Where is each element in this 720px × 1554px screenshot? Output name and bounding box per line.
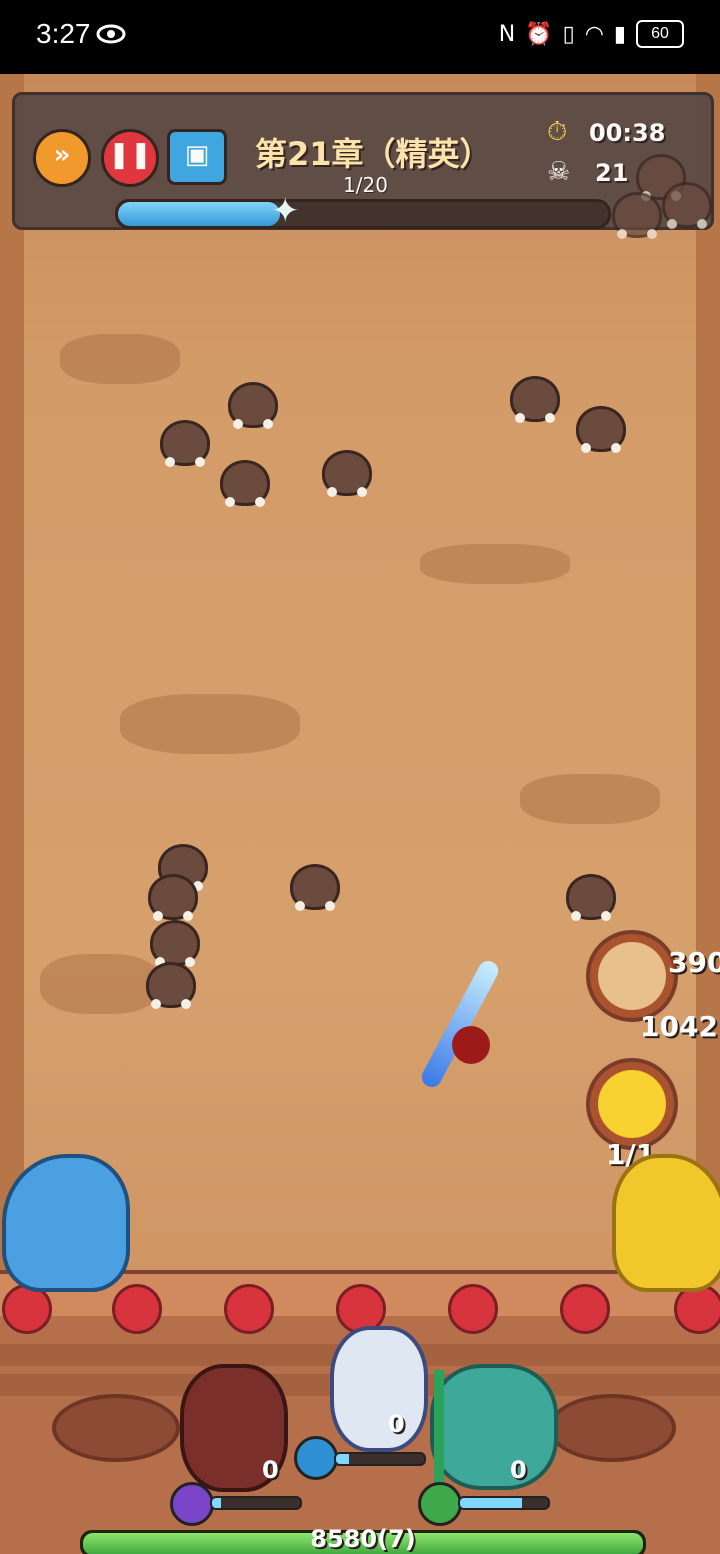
tornado-skill-icon[interactable]	[418, 1482, 462, 1526]
fast-forward-button[interactable]: »	[33, 129, 91, 187]
boar-enemy	[662, 182, 712, 229]
damage-number: 390	[668, 946, 720, 979]
boar-enemy	[146, 962, 196, 1009]
damage-number: 1042	[640, 1010, 718, 1043]
gold-dragon[interactable]	[612, 1154, 720, 1292]
progress-spark-icon: ✦	[271, 191, 300, 231]
ground-crack	[420, 544, 570, 584]
fast-forward-icon: »	[53, 140, 71, 170]
base-hp-text: 8580(7)	[83, 1525, 643, 1553]
base-level: (7)	[377, 1525, 416, 1553]
sword-skill-icon	[598, 1070, 666, 1138]
hero-mage-count: 0	[388, 1410, 405, 1438]
boar-enemy	[612, 192, 662, 239]
base-hp-bar: 8580(7)	[80, 1525, 646, 1554]
pause-icon: ❚❚	[108, 140, 152, 170]
hero-pad	[548, 1394, 676, 1462]
status-time: 3:27	[36, 18, 91, 49]
status-icons: N ⏰ ▯ ◠ ▮ 60	[499, 20, 684, 48]
wifi-icon: ◠	[584, 21, 604, 47]
hero-mage-mana-bar	[334, 1452, 426, 1466]
card-icon: ▣	[184, 140, 210, 170]
hero-druid-mana-bar	[458, 1496, 550, 1510]
timer-text: 00:38	[589, 119, 666, 147]
skill-button[interactable]	[586, 1058, 678, 1150]
ground-crack	[40, 954, 160, 1014]
base-hp-value: 8580	[310, 1525, 378, 1553]
wave-progress-fill	[118, 202, 280, 226]
hit-effect	[452, 1026, 490, 1064]
signal-4g-icon: ▮	[613, 21, 626, 47]
kill-count: 21	[595, 159, 629, 187]
vibrate-icon: ▯	[562, 21, 575, 47]
battery-icon: 60	[636, 20, 684, 48]
ground-crack	[60, 334, 180, 384]
ground-crack	[120, 694, 300, 754]
eye-icon	[96, 24, 126, 44]
ice-sword-projectile	[418, 957, 502, 1091]
boar-enemy	[566, 874, 616, 921]
boar-enemy	[576, 406, 626, 453]
status-bar: 3:27 N ⏰ ▯ ◠ ▮ 60	[0, 0, 720, 74]
skull-icon: ☠	[547, 157, 571, 187]
boar-enemy	[148, 874, 198, 921]
ground-crack	[520, 774, 660, 824]
tower-slot[interactable]	[560, 1284, 610, 1334]
green-staff	[434, 1370, 444, 1490]
boar-enemy	[220, 460, 270, 507]
hero-mage[interactable]	[330, 1326, 428, 1452]
hero-rogue-mana-bar	[210, 1496, 302, 1510]
wave-counter: 1/20	[343, 173, 388, 197]
tower-slot[interactable]	[224, 1284, 274, 1334]
mana-fill	[336, 1454, 350, 1464]
boar-enemy	[160, 420, 210, 467]
boar-enemy	[510, 376, 560, 423]
top-hud: » ❚❚ ▣ 第21章（精英） 1/20 ✦ ⏱ 00:38 ☠ 21	[12, 92, 714, 231]
card-button[interactable]: ▣	[167, 129, 227, 185]
boar-enemy	[322, 450, 372, 497]
boar-enemy	[290, 864, 340, 911]
timer-icon: ⏱	[547, 117, 568, 147]
hero-druid-count: 0	[510, 1456, 527, 1484]
tower-slot[interactable]	[112, 1284, 162, 1334]
hero-portrait-icon	[598, 942, 666, 1010]
mana-fill	[460, 1498, 522, 1508]
tower-slot[interactable]	[448, 1284, 498, 1334]
battle-field: » ❚❚ ▣ 第21章（精英） 1/20 ✦ ⏱ 00:38 ☠ 21 390	[0, 74, 720, 1554]
boar-enemy	[228, 382, 278, 429]
hero-druid[interactable]	[430, 1364, 558, 1490]
chapter-title: 第21章（精英）	[255, 135, 492, 173]
hero-portrait-button[interactable]	[586, 930, 678, 1022]
alarm-icon: ⏰	[525, 21, 553, 47]
blue-dragon[interactable]	[2, 1154, 130, 1292]
boar-enemy	[150, 920, 200, 967]
pause-button[interactable]: ❚❚	[101, 129, 159, 187]
hero-pad	[52, 1394, 180, 1462]
mana-fill	[212, 1498, 221, 1508]
crossbow-skill-icon[interactable]	[170, 1482, 214, 1526]
crystal-skill-icon[interactable]	[294, 1436, 338, 1480]
nfc-icon: N	[498, 21, 516, 47]
wave-progress-bar	[115, 199, 611, 229]
hero-rogue-count: 0	[262, 1456, 279, 1484]
